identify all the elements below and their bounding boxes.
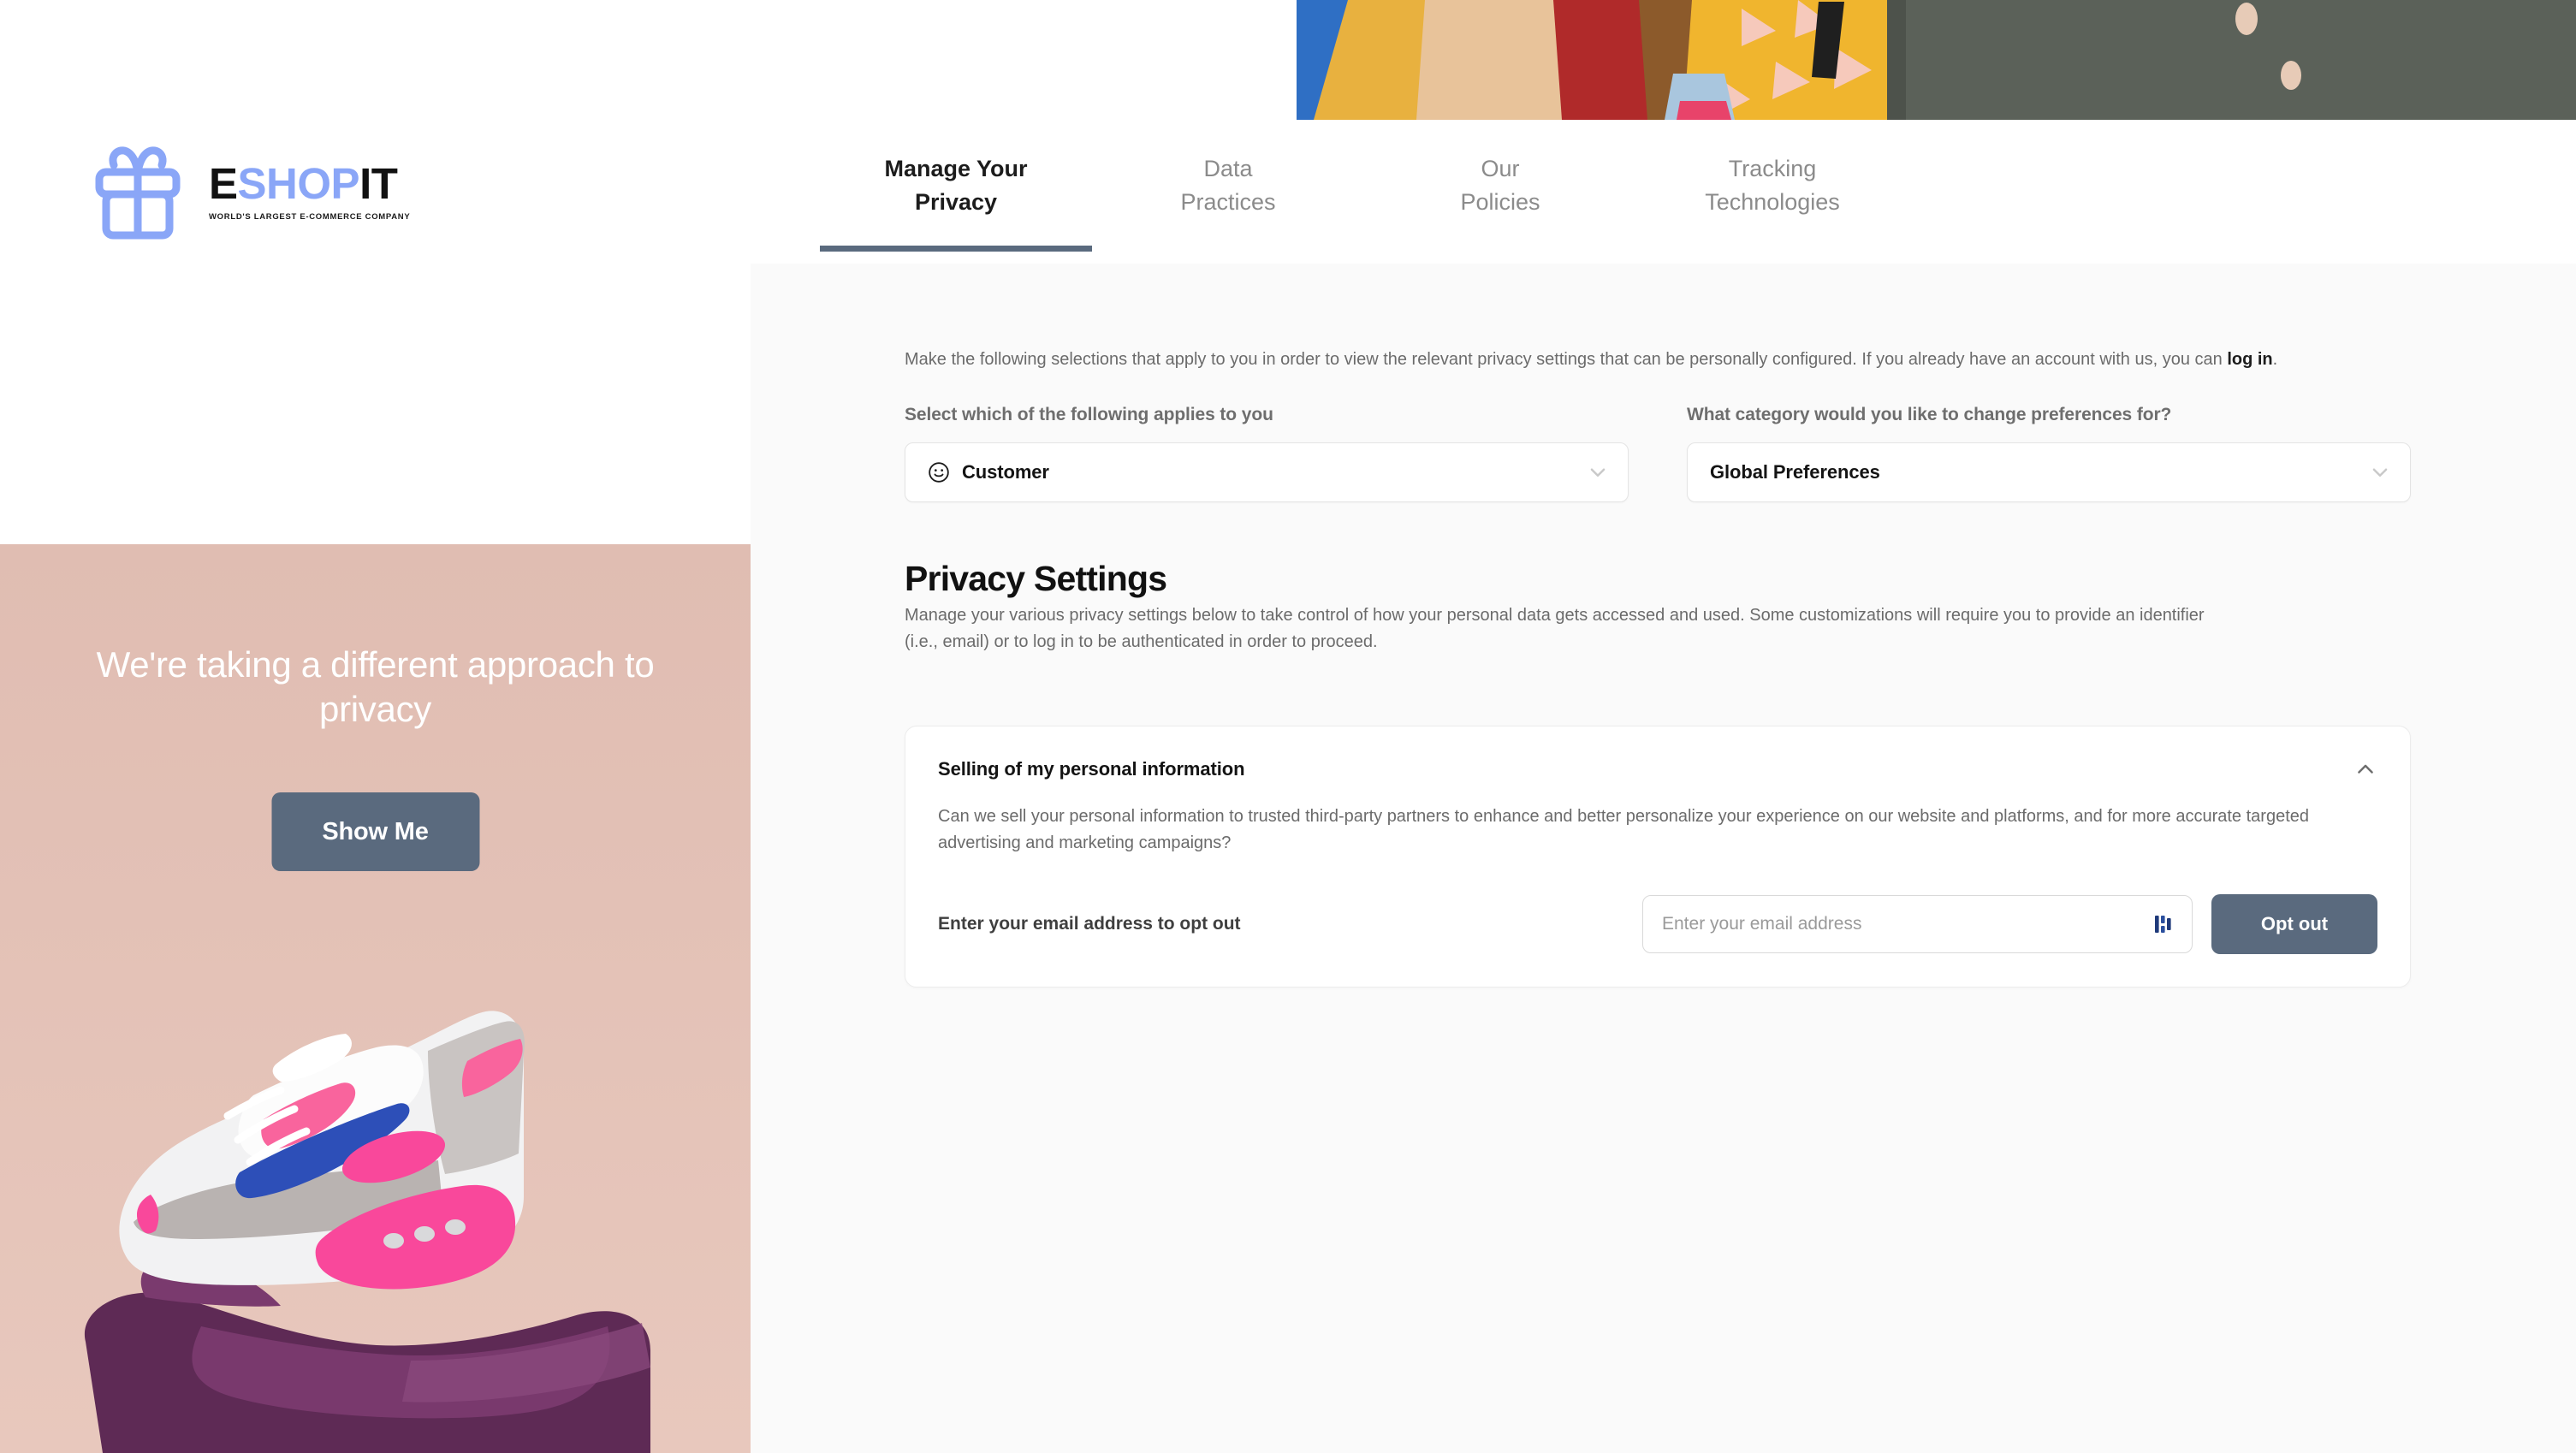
category-value: Global Preferences bbox=[1710, 461, 1880, 483]
chevron-up-icon[interactable] bbox=[2353, 757, 2377, 781]
gift-box-icon bbox=[95, 146, 181, 240]
show-me-button[interactable]: Show Me bbox=[271, 792, 479, 871]
smiley-face-icon bbox=[929, 462, 949, 483]
promo-heading: We're taking a different approach to pri… bbox=[96, 644, 655, 730]
category-group: What category would you like to change p… bbox=[1687, 405, 2411, 502]
logo-wordmark: ESHOPIT bbox=[209, 159, 398, 208]
chevron-down-icon bbox=[2372, 468, 2388, 477]
accordion-title: Selling of my personal information bbox=[938, 758, 1245, 780]
applies-to-you-value: Customer bbox=[962, 461, 1049, 483]
tab-data-practices[interactable]: Data Practices bbox=[1092, 130, 1364, 252]
logo-e: E bbox=[209, 159, 238, 208]
intro-paragraph: Make the following selections that apply… bbox=[905, 347, 2359, 372]
main-content-panel: Make the following selections that apply… bbox=[751, 264, 2576, 1453]
email-input-wrapper bbox=[1642, 895, 2193, 953]
logo-tagline: WORLD'S LARGEST E-COMMERCE COMPANY bbox=[209, 212, 411, 222]
accordion-header[interactable]: Selling of my personal information bbox=[938, 757, 2377, 781]
applies-to-you-label: Select which of the following applies to… bbox=[905, 405, 1273, 424]
applies-to-you-group: Select which of the following applies to… bbox=[905, 405, 1629, 502]
applies-to-you-dropdown[interactable]: Customer bbox=[905, 442, 1629, 502]
category-dropdown[interactable]: Global Preferences bbox=[1687, 442, 2411, 502]
privacy-center-page: ESHOPIT WORLD'S LARGEST E-COMMERCE COMPA… bbox=[0, 0, 2576, 1453]
tab-label-line1: Our bbox=[1481, 156, 1520, 181]
intro-text-after: . bbox=[2272, 350, 2278, 369]
tab-label-line2: Technologies bbox=[1705, 189, 1840, 216]
page-title: Privacy Settings bbox=[905, 559, 1167, 598]
tab-label-line2: Practices bbox=[1180, 189, 1276, 216]
left-column: ESHOPIT WORLD'S LARGEST E-COMMERCE COMPA… bbox=[0, 0, 751, 1453]
logo-it: IT bbox=[359, 159, 398, 208]
page-description: Manage your various privacy settings bel… bbox=[905, 606, 2205, 651]
intro-text-before: Make the following selections that apply… bbox=[905, 350, 2228, 369]
opt-out-row: Enter your email address to opt out Opt … bbox=[938, 894, 2377, 954]
tab-label-line2: Policies bbox=[1460, 189, 1540, 216]
tab-label-line1: Manage Your bbox=[884, 156, 1028, 181]
logo-text: ESHOPIT WORLD'S LARGEST E-COMMERCE COMPA… bbox=[209, 162, 410, 222]
tab-label-line1: Tracking bbox=[1728, 156, 1817, 181]
accordion-description: Can we sell your personal information to… bbox=[938, 807, 2309, 852]
right-column: Manage Your Privacy Data Practices Our P… bbox=[751, 0, 2576, 1453]
privacy-setting-card: Selling of my personal information Can w… bbox=[905, 726, 2411, 987]
tab-label-line1: Data bbox=[1203, 156, 1253, 181]
tab-tracking-technologies[interactable]: Tracking Technologies bbox=[1636, 130, 1908, 252]
opt-out-button[interactable]: Opt out bbox=[2211, 894, 2377, 954]
opt-out-row-label: Enter your email address to opt out bbox=[938, 914, 1241, 934]
tab-label-line2: Privacy bbox=[914, 189, 998, 216]
nav-tabs: Manage Your Privacy Data Practices Our P… bbox=[820, 130, 1908, 252]
promo-panel: We're taking a different approach to pri… bbox=[0, 544, 751, 1453]
category-label: What category would you like to change p… bbox=[1687, 405, 2172, 424]
email-input[interactable] bbox=[1642, 895, 2193, 953]
chevron-down-icon bbox=[1590, 468, 1606, 477]
intro-login-link[interactable]: log in bbox=[2227, 350, 2272, 369]
tab-manage-your-privacy[interactable]: Manage Your Privacy bbox=[820, 130, 1092, 252]
tab-our-policies[interactable]: Our Policies bbox=[1364, 130, 1636, 252]
sneaker-in-hand-image bbox=[84, 1011, 650, 1453]
site-logo[interactable]: ESHOPIT WORLD'S LARGEST E-COMMERCE COMPA… bbox=[86, 141, 410, 242]
primary-navigation: Manage Your Privacy Data Practices Our P… bbox=[751, 0, 2576, 264]
logo-shop: SHOP bbox=[237, 159, 360, 208]
selector-row: Select which of the following applies to… bbox=[905, 405, 2411, 502]
